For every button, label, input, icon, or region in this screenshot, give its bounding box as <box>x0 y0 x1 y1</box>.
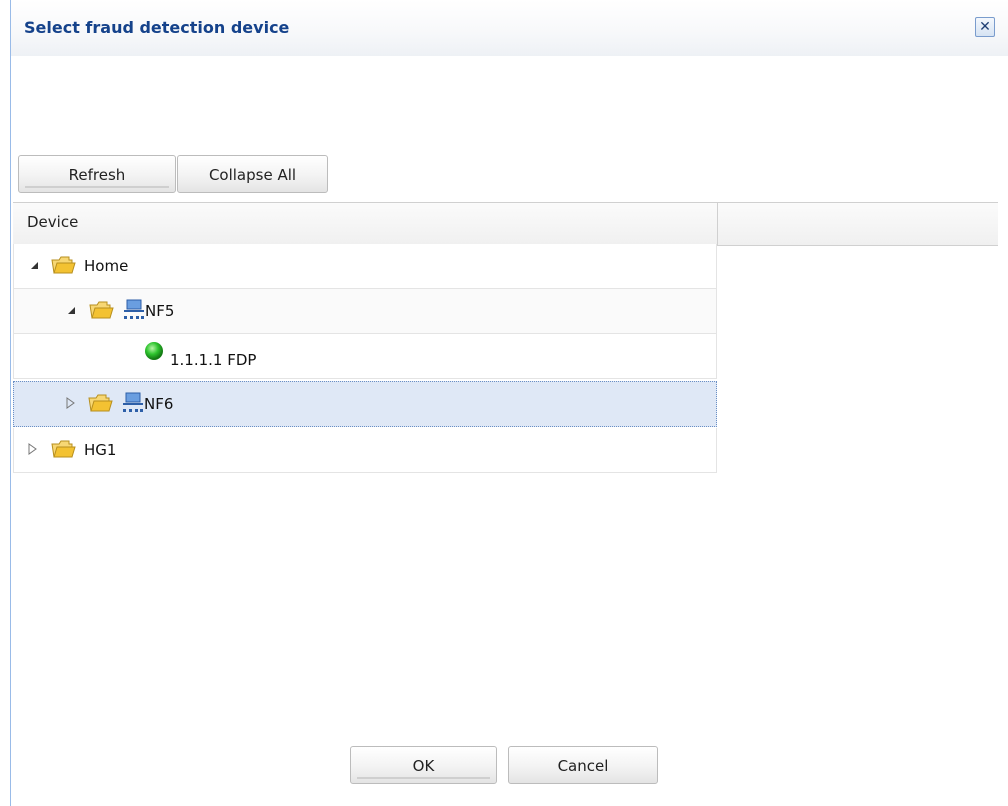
tree-node-label: 1.1.1.1 FDP <box>170 351 257 369</box>
tree-row-home[interactable]: Home <box>13 244 717 289</box>
tree-node-label: Home <box>84 257 129 275</box>
title-bar: Select fraud detection device ✕ <box>11 0 1008 56</box>
grid-header: Device <box>13 202 998 246</box>
tree-row-nf6[interactable]: NF6 <box>13 381 717 427</box>
close-button[interactable]: ✕ <box>975 17 995 37</box>
triangle-expanded-icon[interactable] <box>65 304 77 316</box>
refresh-button-label: Refresh <box>68 166 126 184</box>
collapse-all-button-label: Collapse All <box>208 166 297 184</box>
triangle-collapsed-icon[interactable] <box>64 397 76 409</box>
folder-icon <box>88 394 113 412</box>
tree-node-label: HG1 <box>84 441 117 459</box>
tree-node-label: NF5 <box>145 302 175 320</box>
tree-row-nf5[interactable]: NF5 <box>13 289 717 334</box>
dialog-title: Select fraud detection device <box>24 18 290 37</box>
tree-row-fdp[interactable]: 1.1.1.1 FDP <box>13 334 717 379</box>
refresh-button[interactable]: Refresh <box>18 155 176 193</box>
status-online-icon <box>145 342 163 360</box>
folder-icon <box>51 440 76 458</box>
column-header-device[interactable]: Device <box>13 203 718 245</box>
close-icon: ✕ <box>979 19 991 35</box>
ok-button[interactable]: OK <box>350 746 497 784</box>
folder-icon <box>51 256 76 274</box>
column-header-label: Device <box>27 213 79 231</box>
triangle-collapsed-icon[interactable] <box>26 443 38 455</box>
triangle-expanded-icon[interactable] <box>28 259 40 271</box>
network-icon <box>124 299 144 319</box>
tree-row-hg1[interactable]: HG1 <box>13 428 717 473</box>
network-icon <box>123 392 143 412</box>
collapse-all-button[interactable]: Collapse All <box>177 155 328 193</box>
cancel-button[interactable]: Cancel <box>508 746 658 784</box>
tree-node-label: NF6 <box>144 395 174 413</box>
ok-button-label: OK <box>412 757 435 775</box>
cancel-button-label: Cancel <box>557 757 609 775</box>
folder-icon <box>89 301 114 319</box>
